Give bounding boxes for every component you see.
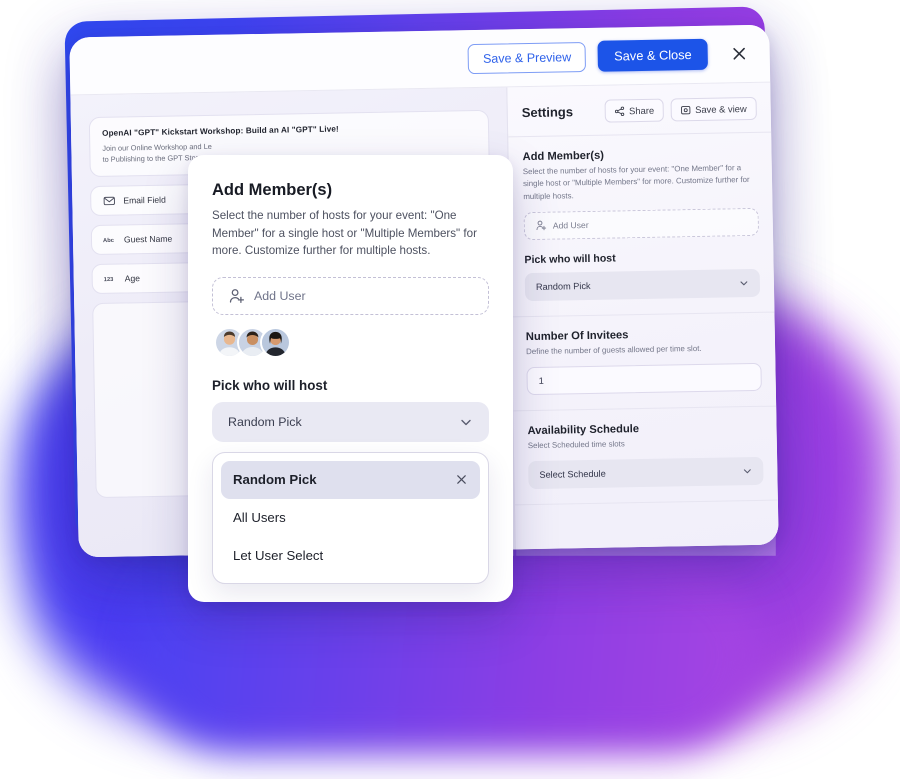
dropdown-option-label: Let User Select <box>233 548 324 564</box>
modal-host-label: Pick who will host <box>212 377 328 393</box>
host-dropdown-menu: Random Pick All Users Let User Select <box>212 451 489 584</box>
dropdown-option-all-users[interactable]: All Users <box>221 499 480 537</box>
add-user-button[interactable]: Add User <box>523 207 760 240</box>
modal-description: Select the number of hosts for your even… <box>212 209 477 258</box>
dropdown-option-label: All Users <box>233 510 286 526</box>
close-icon[interactable] <box>725 40 751 66</box>
save-view-icon <box>681 105 691 115</box>
settings-pane: Settings Share Save & view Add Member(s)… <box>506 82 779 550</box>
section-description: Select the number of hosts for your even… <box>522 163 750 201</box>
screenshot-stage: Random Pick All Users Let User Select ✕ … <box>0 0 900 779</box>
modal-host-value: Random Pick <box>228 414 302 429</box>
settings-section-number-of-invitees: Number Of Invitees Define the number of … <box>511 312 777 412</box>
text-abc-icon: Abc <box>103 233 116 246</box>
section-heading: Availability Schedule <box>527 423 640 438</box>
avatar <box>260 326 291 358</box>
event-title: OpenAI "GPT" Kickstart Workshop: Build a… <box>101 124 339 138</box>
share-button[interactable]: Share <box>604 98 665 123</box>
settings-title: Settings <box>521 104 574 121</box>
dropdown-option-random-pick[interactable]: Random Pick <box>221 460 480 499</box>
dropdown-option-let-user-select[interactable]: Let User Select <box>221 537 480 575</box>
modal-title: Add Member(s) <box>212 181 333 199</box>
chevron-down-icon <box>459 415 473 429</box>
save-view-label: Save & view <box>695 103 747 116</box>
section-heading: Add Member(s) <box>522 149 605 164</box>
schedule-select[interactable]: Select Schedule <box>528 457 764 490</box>
save-and-close-button[interactable]: Save & Close <box>597 38 708 72</box>
invitees-count-input[interactable]: 1 <box>526 362 762 396</box>
schedule-value: Select Schedule <box>539 468 606 481</box>
settings-section-add-members: Add Member(s) Select the number of hosts… <box>508 132 775 318</box>
close-icon[interactable] <box>454 473 468 487</box>
add-user-icon <box>229 288 245 304</box>
share-icon <box>615 106 625 116</box>
number-123-icon: 123 <box>104 272 117 285</box>
settings-section-availability-schedule: Availability Schedule Select Scheduled t… <box>513 406 778 506</box>
pick-host-value: Random Pick <box>535 280 591 292</box>
envelope-icon <box>102 194 115 207</box>
section-description: Select Scheduled time slots <box>527 439 625 451</box>
settings-header: Settings Share Save & view <box>507 82 772 138</box>
svg-text:Abc: Abc <box>103 238 115 244</box>
dropdown-option-label: Random Pick <box>233 472 317 488</box>
chevron-down-icon <box>738 277 749 288</box>
pick-host-label: Pick who will host <box>524 252 616 266</box>
form-field-label: Age <box>124 273 141 284</box>
section-heading: Number Of Invitees <box>525 329 629 343</box>
svg-text:123: 123 <box>104 277 114 283</box>
pick-host-select[interactable]: Random Pick <box>524 268 761 301</box>
add-members-modal: Add Member(s) Select the number of hosts… <box>188 155 513 602</box>
save-and-preview-button[interactable]: Save & Preview <box>467 41 587 74</box>
modal-add-user-button[interactable]: Add User <box>212 276 489 315</box>
form-field-label: Email Field <box>123 194 166 206</box>
add-user-label: Add User <box>552 219 589 231</box>
save-and-view-button[interactable]: Save & view <box>670 96 757 122</box>
chevron-down-icon <box>741 466 752 477</box>
modal-add-user-label: Add User <box>254 288 306 303</box>
add-user-icon <box>536 220 547 231</box>
modal-host-select[interactable]: Random Pick <box>212 401 489 442</box>
member-avatars <box>212 326 489 358</box>
share-label: Share <box>629 104 655 117</box>
section-description: Define the number of guests allowed per … <box>526 343 702 356</box>
form-field-label: Guest Name <box>123 233 173 245</box>
